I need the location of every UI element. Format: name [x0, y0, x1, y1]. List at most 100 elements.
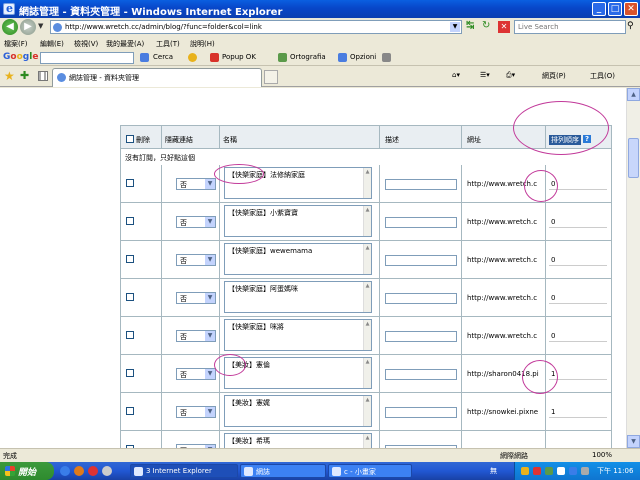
textarea-scroll-icon[interactable]: ▲: [363, 282, 371, 312]
add-favorite-icon[interactable]: ✚: [20, 69, 29, 82]
help-icon[interactable]: ?: [583, 135, 592, 143]
vertical-scrollbar[interactable]: ▲ ▼: [626, 88, 640, 448]
textarea-scroll-icon[interactable]: ▲: [363, 168, 371, 198]
delete-checkbox[interactable]: [126, 255, 134, 263]
url-value[interactable]: http://www.wretch.c: [465, 293, 543, 304]
search-box[interactable]: [514, 20, 626, 34]
tools-menu-button[interactable]: 工具(O): [590, 71, 615, 81]
textarea-scroll-icon[interactable]: ▲: [363, 396, 371, 426]
back-button[interactable]: ◀: [2, 19, 18, 35]
url-value[interactable]: http://www.wretch.c: [465, 179, 543, 190]
task-paint[interactable]: c - 小畫家: [328, 464, 412, 478]
opzioni-button[interactable]: Opzioni: [350, 53, 376, 61]
hidden-link-select[interactable]: 否▼: [176, 216, 216, 228]
delete-checkbox[interactable]: [126, 179, 134, 187]
sort-order-input[interactable]: 1: [549, 369, 607, 380]
header-sort-order[interactable]: 排列順序: [549, 135, 581, 145]
chevron-down-icon[interactable]: ▼: [205, 407, 215, 417]
description-input[interactable]: [385, 331, 457, 342]
hidden-link-select[interactable]: 否▼: [176, 406, 216, 418]
feeds-icon[interactable]: ☰▾: [480, 71, 490, 79]
refresh-icon[interactable]: ↻: [482, 20, 496, 34]
desktop-quicklaunch-icon[interactable]: [102, 466, 112, 476]
chevron-down-icon[interactable]: ▼: [205, 331, 215, 341]
address-dropdown-icon[interactable]: ▼: [450, 22, 460, 32]
url-value[interactable]: http://www.wretch.c: [465, 217, 543, 228]
delete-checkbox[interactable]: [126, 217, 134, 225]
forward-button[interactable]: ▶: [20, 19, 36, 35]
quick-tabs-icon[interactable]: [38, 71, 48, 81]
hidden-link-select[interactable]: 否▼: [176, 368, 216, 380]
scroll-down-icon[interactable]: ▼: [627, 435, 640, 448]
pen-icon[interactable]: [382, 53, 391, 62]
sort-order-input[interactable]: 0: [549, 331, 607, 342]
new-tab-button[interactable]: [264, 70, 278, 84]
sort-order-input[interactable]: 0: [549, 179, 607, 190]
tray-icon[interactable]: [521, 467, 529, 475]
delete-checkbox[interactable]: [126, 331, 134, 339]
chevron-down-icon[interactable]: ▼: [205, 369, 215, 379]
tray-icon[interactable]: [545, 467, 553, 475]
textarea-scroll-icon[interactable]: ▲: [363, 358, 371, 388]
textarea-scroll-icon[interactable]: ▲: [363, 206, 371, 236]
app-quicklaunch-icon[interactable]: [88, 466, 98, 476]
sort-order-input[interactable]: 0: [549, 293, 607, 304]
delete-checkbox[interactable]: [126, 369, 134, 377]
chevron-down-icon[interactable]: ▼: [205, 293, 215, 303]
google-search-input[interactable]: [40, 52, 134, 64]
url-value[interactable]: http://www.wretch.c: [465, 255, 543, 266]
sort-order-input[interactable]: 0: [549, 217, 607, 228]
menu-tools[interactable]: 工具(T): [156, 39, 180, 49]
hidden-link-select[interactable]: 否▼: [176, 292, 216, 304]
menu-file[interactable]: 檔案(F): [4, 39, 28, 49]
delete-checkbox[interactable]: [126, 407, 134, 415]
zoom-level[interactable]: 100%: [592, 451, 612, 459]
sort-order-input[interactable]: 1: [549, 407, 607, 418]
name-textarea[interactable]: 【快樂家庭】小紫寶寶 ▲: [224, 205, 372, 237]
ie-quicklaunch-icon[interactable]: [60, 466, 70, 476]
hidden-link-select[interactable]: 否▼: [176, 330, 216, 342]
menu-edit[interactable]: 編輯(E): [40, 39, 64, 49]
home-icon[interactable]: ⌂▾: [452, 71, 460, 79]
url-value[interactable]: http://snowkei.pixne: [465, 407, 543, 418]
address-input[interactable]: [65, 22, 445, 32]
url-value[interactable]: http://sharon0418.pi: [465, 369, 543, 380]
close-button[interactable]: ✕: [624, 2, 638, 16]
print-icon[interactable]: ⎙▾: [506, 71, 515, 80]
popup-blocker-button[interactable]: Popup OK: [222, 53, 256, 61]
chevron-down-icon[interactable]: ▼: [205, 255, 215, 265]
media-quicklaunch-icon[interactable]: [74, 466, 84, 476]
name-textarea[interactable]: 【美妝】憲倫 ▲: [224, 357, 372, 389]
name-textarea[interactable]: 【快樂家庭】阿蛋媽咪 ▲: [224, 281, 372, 313]
chevron-down-icon[interactable]: ▼: [205, 179, 215, 189]
description-input[interactable]: [385, 369, 457, 380]
favorites-star-icon[interactable]: ★: [4, 69, 15, 83]
maximize-button[interactable]: □: [608, 2, 622, 16]
name-textarea[interactable]: 【快樂家庭】wewemama ▲: [224, 243, 372, 275]
description-input[interactable]: [385, 255, 457, 266]
stop-icon[interactable]: ✕: [498, 21, 510, 33]
menu-view[interactable]: 檢視(V): [74, 39, 98, 49]
hidden-link-select[interactable]: 否▼: [176, 254, 216, 266]
menu-favorites[interactable]: 我的最愛(A): [106, 39, 144, 49]
description-input[interactable]: [385, 407, 457, 418]
tray-icon[interactable]: [569, 467, 577, 475]
search-icon[interactable]: ⚲: [627, 21, 634, 31]
google-cerca-button[interactable]: Cerca: [153, 53, 173, 61]
name-textarea[interactable]: 【美妝】憲娓 ▲: [224, 395, 372, 427]
start-button[interactable]: 開始: [0, 462, 54, 480]
sort-order-input[interactable]: 0: [549, 255, 607, 266]
textarea-scroll-icon[interactable]: ▲: [363, 320, 371, 350]
tray-icon[interactable]: [533, 467, 541, 475]
page-menu-button[interactable]: 網頁(P): [542, 71, 566, 81]
language-indicator[interactable]: 無: [490, 466, 497, 476]
description-input[interactable]: [385, 179, 457, 190]
tab-blog-admin[interactable]: 網誌管理 - 資料夾管理: [52, 68, 262, 87]
name-textarea[interactable]: 【快樂家庭】法修納家庭 ▲: [224, 167, 372, 199]
address-bar[interactable]: ▼: [50, 20, 462, 34]
menu-help[interactable]: 說明(H): [190, 39, 215, 49]
search-input[interactable]: [518, 22, 608, 32]
scroll-up-icon[interactable]: ▲: [627, 88, 640, 101]
name-textarea[interactable]: 【美妝】希瑪 ▲: [224, 433, 372, 448]
google-g-icon[interactable]: [140, 53, 149, 62]
